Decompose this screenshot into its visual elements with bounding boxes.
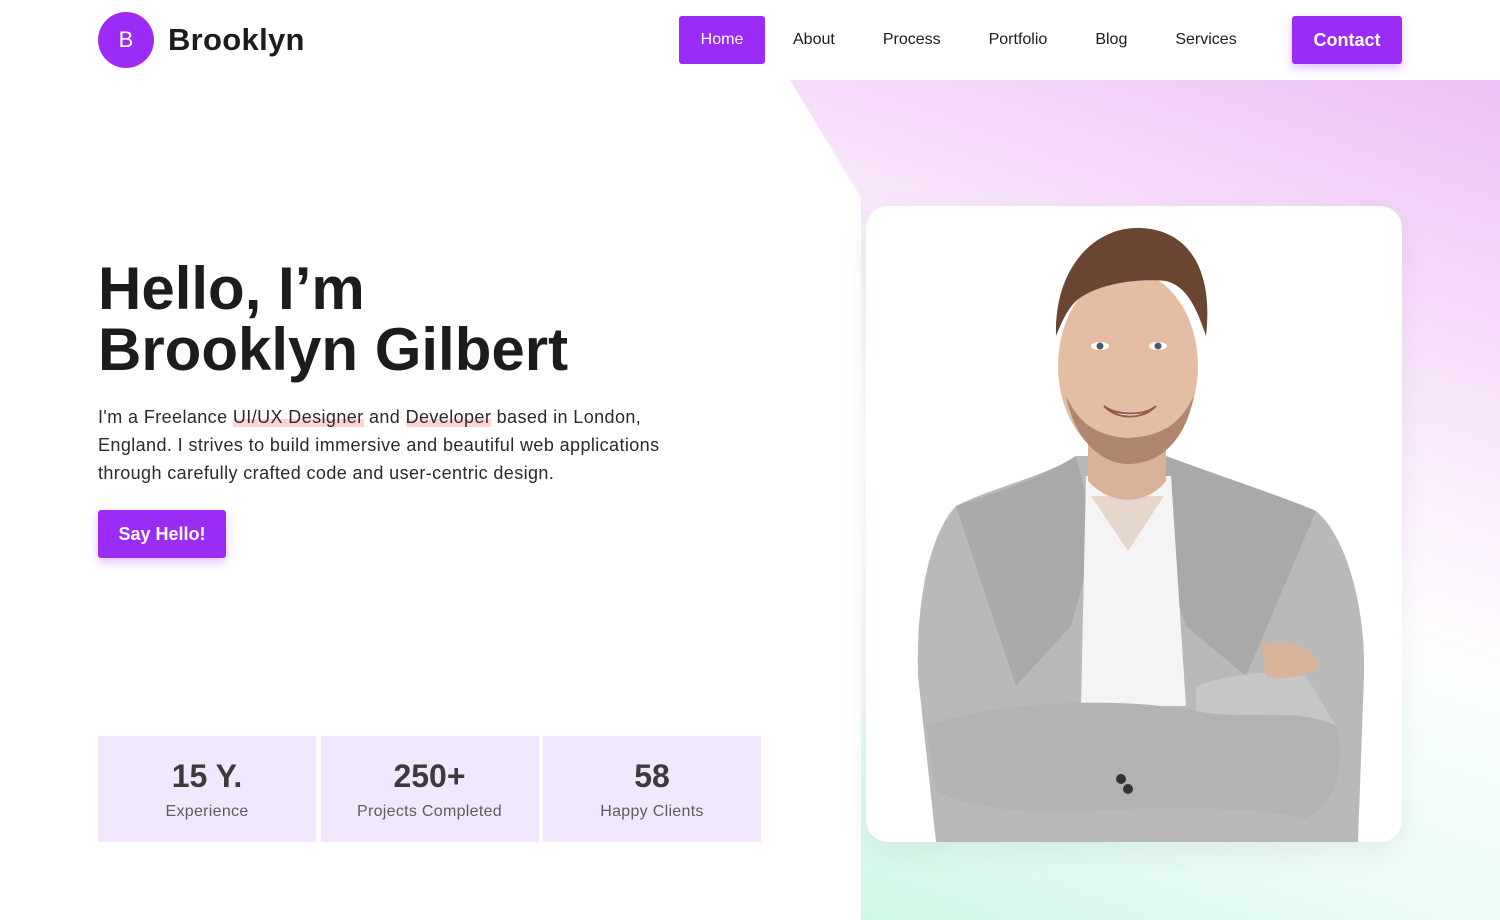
nav-item-about[interactable]: About (793, 16, 835, 64)
brand[interactable]: B Brooklyn (98, 12, 305, 68)
hero-desc-text1: I'm a Freelance (98, 407, 233, 427)
hero-title-line2: Brooklyn Gilbert (98, 316, 569, 383)
nav-item-blog[interactable]: Blog (1095, 16, 1127, 64)
brand-logo[interactable]: B (98, 12, 154, 68)
page: B Brooklyn Home About Process Portfolio … (0, 0, 1500, 920)
stat-value: 58 (634, 757, 670, 794)
hero-description: I'm a Freelance UI/UX Designer and Devel… (98, 403, 718, 487)
site-header: B Brooklyn Home About Process Portfolio … (0, 0, 1500, 80)
nav-item-portfolio[interactable]: Portfolio (989, 16, 1048, 64)
nav-item-services[interactable]: Services (1175, 16, 1236, 64)
portrait-card (866, 206, 1402, 842)
stat-label: Projects Completed (356, 802, 503, 820)
say-hello-button[interactable]: Say Hello! (98, 510, 226, 558)
main-nav: Home About Process Portfolio Blog Servic… (679, 16, 1237, 64)
stat-label: Experience (165, 802, 249, 820)
hero-title-line1: Hello, I’m (98, 255, 365, 322)
stat-value: 250+ (393, 757, 466, 794)
stat-experience: 15 Y. Experience (98, 736, 316, 842)
hero-desc-text2: and (363, 407, 406, 427)
stats-row: 15 Y. Experience 250+ Projects Completed… (98, 736, 761, 842)
portrait-image (917, 227, 1365, 842)
stat-value: 15 Y. (171, 757, 243, 794)
brand-name[interactable]: Brooklyn (168, 22, 305, 58)
nav-item-home[interactable]: Home (679, 16, 765, 64)
stat-projects: 250+ Projects Completed (320, 736, 539, 842)
highlight-developer: Developer (405, 407, 492, 427)
highlight-uiux-designer: UI/UX Designer (232, 407, 364, 427)
hero-title: Hello, I’m Brooklyn Gilbert (98, 258, 568, 380)
stat-clients: 58 Happy Clients (543, 736, 761, 842)
nav-item-process[interactable]: Process (883, 16, 941, 64)
contact-button[interactable]: Contact (1292, 16, 1402, 64)
stat-label: Happy Clients (600, 802, 704, 820)
